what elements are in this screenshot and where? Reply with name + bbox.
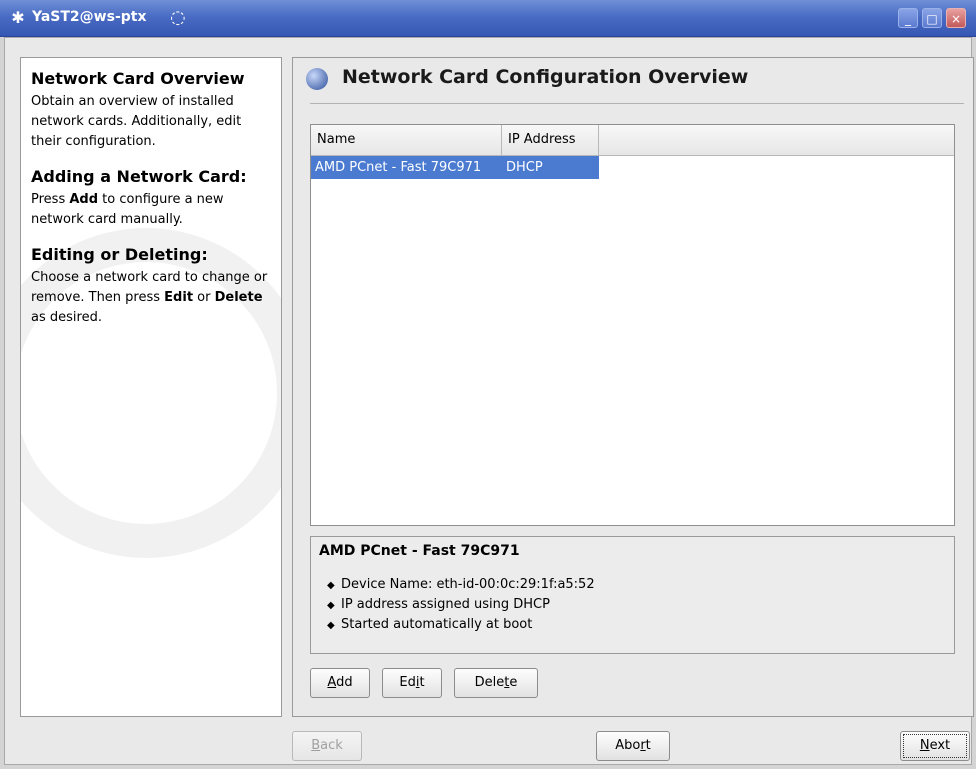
help-heading-editing: Editing or Deleting: [31,245,208,264]
bullet-icon: ◆ [327,580,335,591]
maximize-button[interactable]: □ [922,8,942,28]
help-heading-adding: Adding a Network Card: [31,167,247,186]
minimize-button[interactable]: _ [898,8,918,28]
window-title: YaST2@ws-ptx [32,9,147,25]
list-item: ◆ Device Name: eth-id-00:0c:29:1f:a5:52 [327,575,595,595]
page-title: Network Card Configuration Overview [342,66,749,88]
help-heading-overview: Network Card Overview [31,69,245,88]
bullet-icon: ◆ [327,600,335,611]
list-item: ◆ Started automatically at boot [327,615,595,635]
back-button[interactable]: Back [292,731,362,761]
cell-ip-address[interactable]: DHCP [502,156,599,179]
network-card-table[interactable]: Name IP Address AMD PCnet - Fast 79C971 … [310,124,955,526]
window-titlebar[interactable]: ✱ YaST2@ws-ptx ◌ _ □ × [0,0,976,37]
help-text-editing: Choose a network card to change or remov… [31,270,268,325]
help-text-overview: Obtain an overview of installed network … [31,94,242,149]
table-header: Name IP Address [311,125,954,156]
abort-button[interactable]: Abort [596,731,670,761]
bullet-icon: ◆ [327,620,335,631]
delete-button[interactable]: Delete [454,668,538,698]
close-button[interactable]: × [946,8,966,28]
add-button[interactable]: Add [310,668,370,698]
details-title: AMD PCnet - Fast 79C971 [319,543,520,559]
column-header-name[interactable]: Name [311,125,502,155]
details-list: ◆ Device Name: eth-id-00:0c:29:1f:a5:52 ◆… [327,575,595,635]
cell-name[interactable]: AMD PCnet - Fast 79C971 [311,156,502,179]
help-text-adding: Press Add to configure a new network car… [31,192,224,227]
yast-app-icon: ✱ [11,8,25,27]
page-heading: Network Card Configuration Overview [302,64,966,100]
card-details-panel: AMD PCnet - Fast 79C971 ◆ Device Name: et… [310,536,955,654]
help-panel: Network Card Overview Obtain an overview… [20,57,282,717]
list-item: ◆ IP address assigned using DHCP [327,595,595,615]
next-button[interactable]: Next [900,731,970,761]
swirl-icon: ◌ [170,7,186,28]
heading-divider [310,103,964,104]
column-header-ip-address[interactable]: IP Address [502,125,599,155]
network-globe-icon [306,68,328,90]
edit-button[interactable]: Edit [382,668,442,698]
